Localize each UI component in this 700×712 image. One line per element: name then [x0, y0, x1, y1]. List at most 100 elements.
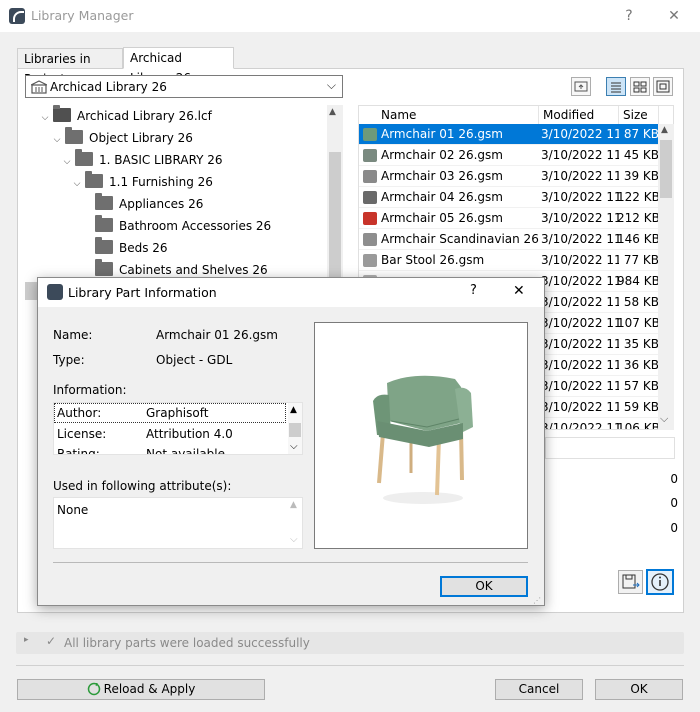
- column-header-size[interactable]: Size: [619, 106, 659, 124]
- name-value: Armchair 01 26.gsm: [156, 328, 278, 342]
- tree-item[interactable]: ⌵ Object Library 26: [51, 127, 193, 149]
- info-key: Author:: [57, 406, 102, 420]
- reload-apply-button[interactable]: Reload & Apply: [17, 679, 265, 700]
- cell-size: 59 KB: [623, 400, 659, 414]
- library-building-icon: [31, 80, 47, 94]
- info-key: Rating:: [57, 447, 100, 455]
- table-row[interactable]: Armchair 03 26.gsm 3/10/2022 11... 39 KB: [359, 166, 659, 187]
- table-row[interactable]: Armchair 04 26.gsm 3/10/2022 11...122 KB: [359, 187, 659, 208]
- folder-icon: [95, 259, 113, 276]
- divider: [53, 562, 528, 563]
- tree-item-label: Appliances 26: [119, 197, 204, 211]
- preview-view-button[interactable]: [653, 77, 673, 96]
- cell-size: 146 KB: [617, 232, 659, 246]
- export-button[interactable]: [618, 570, 643, 594]
- resize-grip-icon[interactable]: ⋰: [533, 596, 541, 605]
- chair-thumbnail-icon: [363, 170, 377, 183]
- tree-item[interactable]: Appliances 26: [95, 193, 203, 215]
- scroll-down-arrow-icon[interactable]: ⌵: [290, 441, 298, 452]
- armchair-preview-image: [373, 375, 473, 504]
- cell-name: Armchair 01 26.gsm: [381, 127, 503, 141]
- used-in-label: Used in following attribute(s):: [53, 479, 232, 493]
- column-header-modified[interactable]: Modified: [539, 106, 619, 124]
- chair-thumbnail-icon: [363, 233, 377, 246]
- used-in-list[interactable]: None ▲ ⌵: [53, 497, 303, 549]
- tree-item[interactable]: Bathroom Accessories 26: [95, 215, 271, 237]
- info-icon: [651, 573, 669, 591]
- tab-libraries-in-project[interactable]: Libraries in Project: [17, 48, 123, 86]
- cell-name: Armchair 02 26.gsm: [381, 148, 503, 162]
- cell-modified: 3/10/2022 11...: [541, 421, 619, 430]
- cell-modified: 3/10/2022 11...: [541, 127, 619, 141]
- library-select[interactable]: Archicad Library 26 ⌵: [25, 75, 343, 98]
- scroll-up-arrow-icon[interactable]: ▲: [329, 107, 336, 117]
- information-list[interactable]: Author: Graphisoft License: Attribution …: [53, 402, 303, 455]
- library-part-info-dialog: Library Part Information ? ✕ Name: Armch…: [37, 277, 545, 606]
- scroll-up-arrow-icon[interactable]: ▲: [661, 125, 668, 135]
- tree-item[interactable]: ⌵ 1. BASIC LIBRARY 26: [61, 149, 223, 171]
- folder-icon: [75, 149, 93, 166]
- column-header-name[interactable]: Name: [377, 106, 539, 124]
- reload-icon: [87, 682, 100, 696]
- help-button[interactable]: ?: [615, 5, 643, 27]
- table-row[interactable]: Armchair 05 26.gsm 3/10/2022 11...212 KB: [359, 208, 659, 229]
- cell-modified: 3/10/2022 11...: [541, 400, 619, 414]
- chevron-down-icon[interactable]: ⌵: [39, 107, 51, 129]
- chevron-down-icon[interactable]: ⌵: [51, 129, 63, 151]
- filter-field[interactable]: [545, 437, 675, 459]
- part-info-button[interactable]: [646, 569, 674, 595]
- list-view-button[interactable]: [606, 77, 626, 96]
- list-scrollbar-thumb[interactable]: [660, 140, 672, 198]
- tree-item[interactable]: Beds 26: [95, 237, 168, 259]
- cell-modified: 3/10/2022 11...: [541, 148, 619, 162]
- chevron-down-icon[interactable]: ⌵: [61, 151, 73, 173]
- chair-thumbnail-icon: [363, 128, 377, 141]
- reload-apply-label: Reload & Apply: [103, 682, 196, 696]
- close-window-button[interactable]: ✕: [660, 5, 688, 27]
- cell-size: 984 KB: [617, 274, 659, 288]
- dialog-help-button[interactable]: ?: [470, 283, 477, 298]
- cell-name: Armchair 04 26.gsm: [381, 190, 503, 204]
- info-value: Graphisoft: [146, 406, 209, 420]
- library-select-value: Archicad Library 26: [50, 80, 167, 94]
- tree-scrollbar-thumb[interactable]: [329, 152, 341, 277]
- table-row[interactable]: Armchair 02 26.gsm 3/10/2022 11... 45 KB: [359, 145, 659, 166]
- cell-size: 87 KB: [623, 127, 659, 141]
- ok-button[interactable]: OK: [595, 679, 683, 700]
- dialog-ok-button[interactable]: OK: [440, 576, 528, 597]
- grid-view-icon: [633, 81, 647, 93]
- grid-view-button[interactable]: [630, 77, 650, 96]
- name-label: Name:: [53, 328, 93, 342]
- table-row[interactable]: Armchair 01 26.gsm 3/10/2022 11... 87 KB: [359, 124, 659, 145]
- scroll-down-arrow-icon[interactable]: ⌵: [660, 412, 668, 426]
- go-up-folder-button[interactable]: [571, 77, 591, 96]
- cell-size: 106 KB: [617, 421, 659, 430]
- tree-item-label: 1.1 Furnishing 26: [109, 175, 213, 189]
- cancel-button[interactable]: Cancel: [495, 679, 583, 700]
- chair-thumbnail-icon: [363, 212, 377, 225]
- info-scrollbar-thumb[interactable]: [289, 423, 301, 437]
- table-row[interactable]: Armchair Scandinavian 26.gsm3/10/2022 11…: [359, 229, 659, 250]
- tree-item-label: Bathroom Accessories 26: [119, 219, 272, 233]
- tree-hscroll-thumb[interactable]: [25, 282, 37, 300]
- cell-name: Armchair 03 26.gsm: [381, 169, 503, 183]
- tree-item[interactable]: Cabinets and Shelves 26: [95, 259, 268, 277]
- tree-item-label: Beds 26: [119, 241, 168, 255]
- scroll-up-arrow-icon[interactable]: ▲: [290, 405, 297, 415]
- status-message: All library parts were loaded successful…: [64, 636, 310, 650]
- tab-archicad-library[interactable]: Archicad Library 26: [123, 47, 234, 85]
- library-tree[interactable]: ⌵ Archicad Library 26.lcf ⌵ Object Library…: [25, 105, 343, 277]
- chevron-down-icon[interactable]: ⌵: [71, 173, 83, 195]
- type-label: Type:: [53, 353, 85, 367]
- archicad-logo-icon: [9, 8, 25, 24]
- tree-item[interactable]: ⌵ Archicad Library 26.lcf: [39, 105, 212, 127]
- cell-size: 57 KB: [623, 379, 659, 393]
- table-row[interactable]: Bar Stool 26.gsm 3/10/2022 11... 77 KB: [359, 250, 659, 271]
- chair-thumbnail-icon: [363, 254, 377, 267]
- used-in-value: None: [57, 503, 89, 517]
- expand-arrow-icon[interactable]: ▸: [24, 635, 29, 645]
- cell-size: 36 KB: [623, 358, 659, 372]
- count-value: 0: [670, 472, 678, 486]
- dialog-close-button[interactable]: ✕: [513, 283, 525, 299]
- tree-item[interactable]: ⌵ 1.1 Furnishing 26: [71, 171, 213, 193]
